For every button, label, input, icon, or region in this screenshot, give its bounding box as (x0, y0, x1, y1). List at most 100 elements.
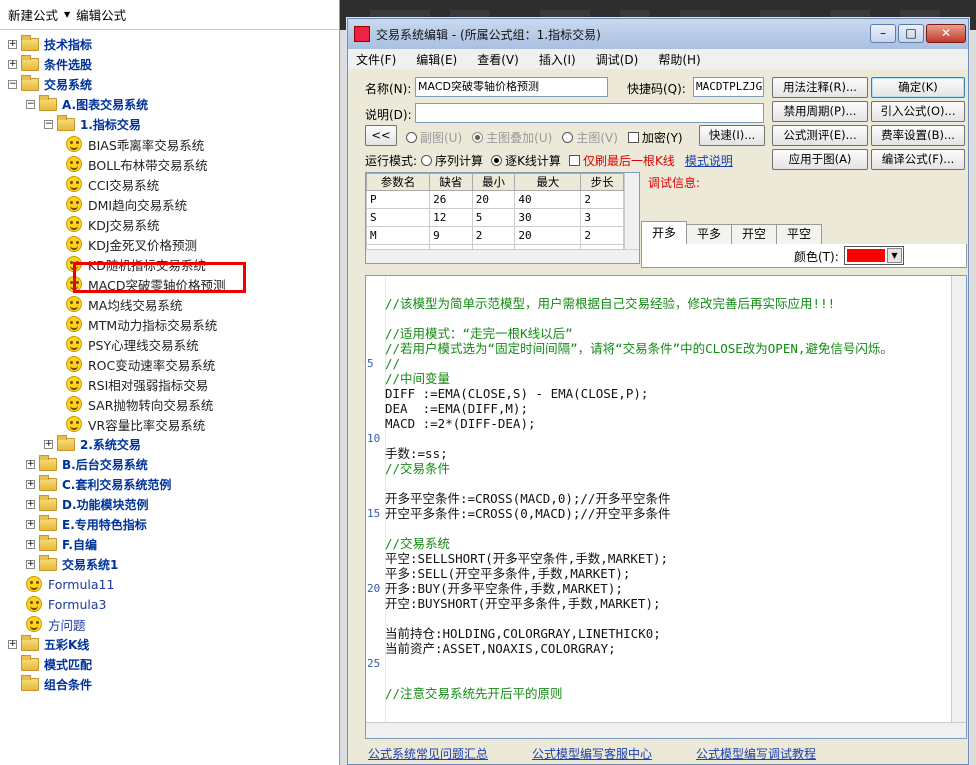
menu-item[interactable]: 文件(F) (356, 51, 396, 68)
help-link[interactable]: 公式系统常见问题汇总 (368, 745, 488, 762)
tree-item[interactable]: MA均线交易系统 (0, 294, 339, 314)
expand-icon[interactable]: + (8, 59, 17, 69)
expand-icon[interactable]: + (26, 479, 35, 489)
tree-item[interactable]: 方问题 (0, 614, 339, 634)
tree-item[interactable]: + C.套利交易系统范例 (0, 474, 339, 494)
collapse-icon[interactable]: − (26, 99, 35, 109)
tree-item[interactable]: + D.功能模块范例 (0, 494, 339, 514)
formula-code-editor[interactable]: 51015202530 //该模型为简单示范模型，用户需根据自己交易经验，修改完… (365, 275, 967, 739)
tree-item[interactable]: VR容量比率交易系统 (0, 414, 339, 434)
tree-item[interactable]: 组合条件 (0, 674, 339, 694)
expand-icon[interactable]: + (26, 559, 35, 569)
minimize-button[interactable]: – (870, 24, 896, 43)
usage-notes-button[interactable]: 用法注释(R)... (772, 77, 868, 98)
param-cell[interactable]: 2 (580, 190, 624, 209)
tree-item[interactable]: ROC变动速率交易系统 (0, 354, 339, 374)
param-row[interactable]: P 26 20 40 2 (366, 190, 624, 209)
close-button[interactable]: ✕ (926, 24, 966, 43)
main-chart-radio[interactable] (562, 132, 574, 143)
description-input[interactable] (415, 103, 764, 123)
tree-item[interactable]: − 交易系统 (0, 74, 339, 94)
help-link[interactable]: 公式模型编写调试教程 (696, 745, 816, 762)
expand-icon[interactable]: + (44, 439, 53, 449)
param-cell[interactable]: 2 (580, 226, 624, 245)
signal-tab[interactable]: 平空 (776, 224, 823, 244)
tree-item[interactable]: + 条件选股 (0, 54, 339, 74)
expand-icon[interactable]: + (26, 539, 35, 549)
tree-item[interactable]: MTM动力指标交易系统 (0, 314, 339, 334)
dialog-titlebar[interactable]: 交易系统编辑 - (所属公式组：1.指标交易) – □ ✕ (348, 19, 968, 49)
expand-icon[interactable]: + (8, 639, 17, 649)
menu-item[interactable]: 帮助(H) (658, 51, 700, 68)
tree-item[interactable]: KDJ交易系统 (0, 214, 339, 234)
bar-by-bar-radio[interactable] (491, 155, 503, 166)
tree-item[interactable]: + F.自编 (0, 534, 339, 554)
new-formula-button[interactable]: 新建公式 (8, 5, 58, 24)
menu-item[interactable]: 插入(I) (539, 51, 576, 68)
signal-tab[interactable]: 开多 (641, 221, 688, 244)
sequence-radio[interactable] (421, 155, 433, 166)
maximize-button[interactable]: □ (898, 24, 924, 43)
menu-item[interactable]: 调试(D) (596, 51, 639, 68)
import-formula-button[interactable]: 引入公式(O)... (871, 101, 965, 122)
param-cell[interactable]: 30 (514, 208, 582, 227)
tree-item[interactable]: CCI交易系统 (0, 174, 339, 194)
collapse-icon[interactable]: − (8, 79, 17, 89)
tree-item[interactable]: Formula11 (0, 574, 339, 594)
chevron-down-icon[interactable]: ▼ (887, 248, 902, 263)
tree-item[interactable]: − 1.指标交易 (0, 114, 339, 134)
tree-item[interactable]: Formula3 (0, 594, 339, 614)
tree-item[interactable]: 模式匹配 (0, 654, 339, 674)
menu-item[interactable]: 编辑(E) (416, 51, 457, 68)
tree-item[interactable]: + 五彩K线 (0, 634, 339, 654)
encrypt-checkbox[interactable] (627, 132, 639, 143)
shortcut-input[interactable]: MACDTPLZJGYC (693, 77, 764, 97)
sub-chart-radio[interactable] (406, 132, 417, 143)
param-cell[interactable]: 5 (471, 208, 516, 227)
tree-item[interactable]: + 交易系统1 (0, 554, 339, 574)
param-cell[interactable]: S (366, 208, 431, 227)
collapse-button[interactable]: << (365, 125, 397, 146)
expand-icon[interactable]: + (26, 459, 35, 469)
tree-item[interactable]: BOLL布林带交易系统 (0, 154, 339, 174)
signal-tab[interactable]: 平多 (686, 224, 733, 244)
expand-icon[interactable]: + (26, 519, 35, 529)
fee-settings-button[interactable]: 费率设置(B)... (871, 125, 965, 146)
collapse-icon[interactable]: − (44, 119, 53, 129)
param-vscroll[interactable] (624, 173, 639, 249)
name-input[interactable]: MACD突破零轴价格预测 (415, 77, 608, 97)
edit-formula-button[interactable]: 编辑公式 (76, 5, 126, 24)
param-cell[interactable]: 40 (514, 190, 582, 209)
mode-help-link[interactable]: 模式说明 (685, 152, 733, 169)
tree-item[interactable]: − A.图表交易系统 (0, 94, 339, 114)
param-cell[interactable]: M (366, 226, 431, 245)
tree-item[interactable]: + B.后台交易系统 (0, 454, 339, 474)
disable-period-button[interactable]: 禁用周期(P)... (772, 101, 868, 122)
param-hscroll[interactable] (366, 249, 639, 263)
param-cell[interactable]: 3 (580, 208, 624, 227)
param-row[interactable]: S 12 5 30 3 (366, 208, 624, 227)
tree-item[interactable]: KDJ金死叉价格预测 (0, 234, 339, 254)
help-link[interactable]: 公式模型编写客服中心 (532, 745, 652, 762)
last-bar-checkbox[interactable] (568, 155, 580, 166)
tree-item[interactable]: SAR抛物转向交易系统 (0, 394, 339, 414)
tree-item[interactable]: BIAS乖离率交易系统 (0, 134, 339, 154)
param-cell[interactable]: P (366, 190, 431, 209)
formula-test-button[interactable]: 公式测评(E)... (772, 125, 868, 146)
menu-item[interactable]: 查看(V) (477, 51, 519, 68)
tree-item[interactable]: + 技术指标 (0, 34, 339, 54)
param-row[interactable]: M 9 2 20 2 (366, 226, 624, 245)
param-cell[interactable]: 20 (514, 226, 582, 245)
quick-button[interactable]: 快速(I)... (699, 125, 765, 146)
color-picker[interactable]: ▼ (844, 246, 904, 265)
param-cell[interactable]: 9 (429, 226, 473, 245)
tree-item[interactable]: RSI相对强弱指标交易 (0, 374, 339, 394)
param-cell[interactable]: 12 (429, 208, 473, 227)
tree-item[interactable]: +2.系统交易 (0, 434, 339, 454)
dropdown-arrow-icon[interactable]: ▼ (64, 10, 70, 19)
main-overlay-radio[interactable] (472, 132, 484, 143)
apply-to-chart-button[interactable]: 应用于图(A) (772, 149, 868, 170)
signal-tab[interactable]: 开空 (731, 224, 778, 244)
parameter-table[interactable]: 参数名缺省最小最大步长 P2620402S125303M92202SS11100… (365, 172, 640, 264)
expand-icon[interactable]: + (26, 499, 35, 509)
